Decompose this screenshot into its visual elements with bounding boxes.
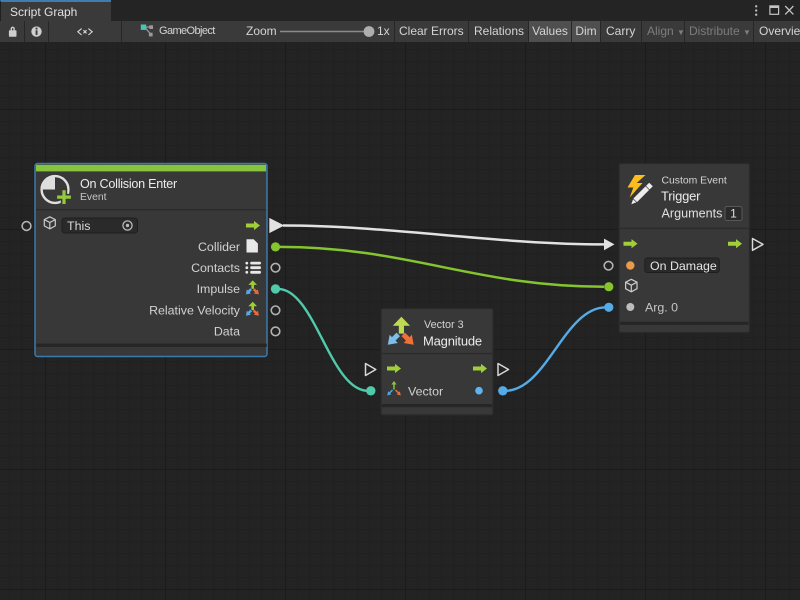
svg-text:Relative Velocity: Relative Velocity — [149, 304, 241, 318]
svg-text:1: 1 — [730, 207, 737, 221]
svg-text:This: This — [67, 219, 90, 233]
svg-text:Arguments: Arguments — [662, 207, 723, 221]
svg-text:Trigger: Trigger — [661, 189, 701, 204]
svg-text:Custom Event: Custom Event — [662, 176, 727, 187]
svg-text:Vector 3: Vector 3 — [424, 319, 464, 331]
svg-text:Contacts: Contacts — [191, 261, 240, 275]
svg-text:Event: Event — [80, 192, 107, 203]
svg-text:Magnitude: Magnitude — [423, 333, 482, 348]
svg-text:Arg. 0: Arg. 0 — [645, 300, 678, 314]
svg-text:Impulse: Impulse — [197, 282, 240, 296]
svg-text:Data: Data — [214, 324, 240, 338]
svg-text:Collider: Collider — [198, 240, 240, 254]
svg-text:On Damage: On Damage — [650, 259, 717, 273]
svg-text:On Collision Enter: On Collision Enter — [80, 177, 177, 191]
svg-text:Vector: Vector — [408, 384, 443, 398]
